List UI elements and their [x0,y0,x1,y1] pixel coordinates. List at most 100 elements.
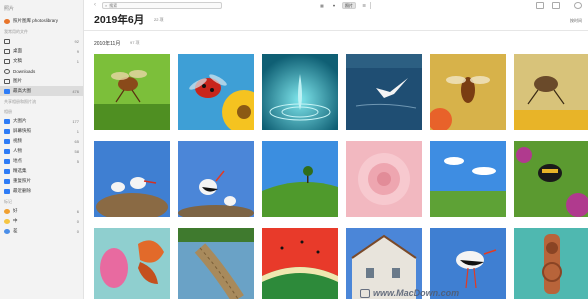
sidebar-header-label: 照片 [4,5,15,12]
sidebar-item-downloads[interactable]: Downloads [0,66,83,76]
sidebar-section-title: 我常用的文件 [4,29,28,34]
sidebar-section-title: 共享相册和照片流 [4,99,36,104]
watermark-logo-icon [360,289,370,299]
photo-bumblebee-flower[interactable] [514,141,588,217]
sidebar-item-label: 差 [13,228,18,233]
sidebar-item-neutral[interactable]: 中 0 [0,216,83,226]
sidebar-item-label: 图片 [13,78,22,83]
photo-butterfly-flower[interactable] [94,228,170,299]
sidebar-item-screenshots[interactable]: 屏幕快照 1 [0,126,83,136]
sidebar-item-recents[interactable]: 92 [0,36,83,46]
sidebar-item-label: 视频 [13,138,22,143]
photo-hornet-flying[interactable] [94,54,170,130]
sidebar-item-label: 重复照片 [13,178,31,183]
photo-gull-over-water[interactable] [346,54,422,130]
sidebar-item-label: 地点 [13,158,22,163]
list-view-icon[interactable]: ☰ [360,2,368,9]
photo-bee-orange[interactable] [430,54,506,130]
sidebar-item-documents[interactable]: 文稿 1 [0,56,83,66]
sidebar-item-label: 照片图库 photoslibrary [13,18,59,23]
sidebar-item-duplicates[interactable]: 重复照片 [0,176,83,186]
watermark-text: www.MacDown.com [373,288,460,298]
search-field[interactable]: ⌕ [102,2,222,9]
sidebar-item-count: 177 [72,118,79,124]
photo-ladybug-flower[interactable] [178,54,254,130]
sidebar-item-count: 1 [76,128,79,134]
photo-door-knocker[interactable] [514,228,588,299]
sidebar-item-label: 大图片 [13,118,27,123]
photo-watermelon[interactable] [262,228,338,299]
photos-library-icon [4,18,10,24]
sidebar-item-library[interactable]: 照片图库 photoslibrary [0,16,83,26]
sidebar-item-good[interactable]: 好 6 [0,206,83,216]
share-icon[interactable] [536,2,544,9]
sidebar-item-count: 476 [72,88,79,94]
date-group-count: 97 项 [130,40,140,45]
people-icon [4,148,10,154]
title-item-count: 22 项 [154,17,164,22]
account-icon[interactable] [574,2,582,9]
sidebar-item-recently-deleted[interactable]: 最近删除 [0,186,83,196]
grid-view-icon[interactable]: ▦ [318,2,326,9]
sidebar-item-bad[interactable]: 差 0 [0,226,83,236]
sidebar-item-label: 屏幕快照 [13,128,31,133]
photo-insect-yellow[interactable] [514,54,588,130]
heart-icon[interactable]: ♥ [330,2,338,9]
sidebar-item-desktop[interactable]: 桌面 9 [0,46,83,56]
neutral-icon [4,218,10,224]
sidebar-item-large-photos[interactable]: 大图片 177 [0,116,83,126]
sidebar-item-count: 6 [76,208,79,214]
page-title: 2019年6月 [94,14,145,26]
sidebar-item-label: 最近删除 [13,188,31,193]
toolbar-divider [370,2,371,9]
sidebar-item-collections[interactable]: 精选集 [0,166,83,176]
sidebar-item-pictures[interactable]: 图片 [0,76,83,86]
sidebar-item-top-large[interactable]: 最高大图 476 [0,86,83,96]
search-icon: ⌕ [105,3,108,8]
sidebar-item-people[interactable]: 人物 58 [0,146,83,156]
sidebar-item-label: 好 [13,208,18,213]
sidebar-item-label: 人物 [13,148,22,153]
sidebar-item-places[interactable]: 地点 5 [0,156,83,166]
main-content: ‹ ⌕ ▦ ♥ 照片 ☰ 按时间 2019年6月 22 项 2010年11月 9… [84,0,588,299]
downloads-icon [4,68,10,74]
documents-folder-icon [4,58,10,64]
date-group-header: 2010年11月 [94,41,121,47]
photo-green-hill-tree[interactable] [262,141,338,217]
photo-stork-pair[interactable] [178,141,254,217]
album-icon [4,88,10,94]
sort-by-time-label[interactable]: 按时间 [570,18,582,24]
folder-icon [4,118,10,124]
desktop-folder-icon [4,48,10,54]
sidebar-item-count: 1 [76,58,79,64]
good-icon [4,208,10,214]
sidebar-item-label: 中 [13,218,18,223]
sidebar-item-label: 精选集 [13,168,27,173]
sidebar-item-count: 0 [76,228,79,234]
sidebar-item-label: 最高大图 [13,88,31,93]
sidebar-item-videos[interactable]: 视频 65 [0,136,83,146]
sidebar-item-label: Downloads [13,68,36,74]
photos-segment-button[interactable]: 照片 [342,2,356,9]
trash-icon [4,188,10,194]
info-icon[interactable] [552,2,560,9]
photo-palm-tree[interactable] [178,228,254,299]
photo-water-drop[interactable] [262,54,338,130]
places-icon [4,158,10,164]
search-input[interactable] [109,3,210,8]
pictures-folder-icon [4,78,10,84]
photo-field-sky[interactable] [430,141,506,217]
back-chevron-icon[interactable]: ‹ [94,2,96,8]
bad-icon [4,228,10,234]
sidebar-item-count: 0 [76,218,79,224]
sidebar-section-title: 标记 [4,199,12,204]
sidebar-item-count: 5 [76,158,79,164]
sidebar-item-count: 92 [74,38,79,44]
photo-storks-nest[interactable] [94,141,170,217]
sidebar-item-count: 65 [74,138,79,144]
photo-pink-rose[interactable] [346,141,422,217]
sidebar: 照片 照片图库 photoslibrary 我常用的文件 92 桌面 9 文稿 … [0,0,84,299]
sidebar-section-title: 相册 [4,109,12,114]
clock-icon [4,38,10,44]
toolbar: ‹ ⌕ ▦ ♥ 照片 ☰ [84,0,588,11]
